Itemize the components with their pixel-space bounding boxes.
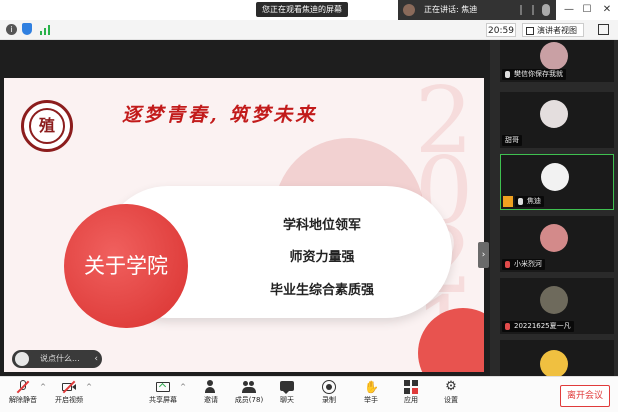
- chevron-up-icon[interactable]: ^: [180, 383, 186, 391]
- participant-avatar: [540, 100, 568, 128]
- leave-meeting-button[interactable]: 离开会议: [560, 385, 610, 407]
- microphone-muted-icon: [505, 323, 510, 330]
- members-label: 成员(78): [234, 396, 264, 404]
- participant-name: 樊信你保存我就: [514, 70, 563, 78]
- participant-tile[interactable]: 20221625夏一凡: [500, 278, 614, 334]
- record-label: 录制: [322, 396, 336, 404]
- active-speaker-indicator: 正在讲话: 焦迪: [398, 0, 556, 20]
- comment-input[interactable]: 说点什么... ‹: [12, 350, 102, 368]
- start-video-label: 开启视频: [55, 396, 83, 404]
- network-signal-icon[interactable]: [40, 25, 52, 35]
- microphone-icon: [542, 4, 550, 16]
- user-avatar: [15, 352, 29, 366]
- college-logo: 殖: [21, 100, 73, 152]
- participant-tile[interactable]: [500, 340, 614, 378]
- shared-screen: 2021 殖 逐梦青春, 筑梦未来 关于学院 学科地位领军 师资力量强 毕业生综…: [0, 40, 490, 376]
- unmute-button[interactable]: ^ 解除静音: [6, 380, 46, 412]
- gear-icon: ⚙: [445, 379, 457, 394]
- settings-label: 设置: [444, 396, 458, 404]
- participant-name-tag: 樊信你保存我就: [502, 69, 566, 80]
- record-icon: [322, 380, 336, 394]
- meeting-timer: 20:59: [486, 23, 516, 37]
- participant-avatar: [541, 163, 569, 191]
- add-person-icon: [204, 380, 218, 394]
- participant-gallery: 樊信你保存我就 甜哥 焦迪 小米烈河 20221625夏一凡: [490, 40, 618, 378]
- settings-button[interactable]: ⚙ 设置: [434, 380, 468, 412]
- start-video-button[interactable]: ^ 开启视频: [52, 380, 92, 412]
- participant-name-tag: 小米烈河: [502, 259, 545, 270]
- collapse-arrow-icon[interactable]: ‹: [94, 350, 98, 368]
- participant-name: 焦迪: [527, 197, 541, 205]
- members-icon: [242, 380, 256, 394]
- participant-tile-active-speaker[interactable]: 焦迪: [500, 154, 614, 210]
- microphone-icon: [518, 198, 523, 205]
- meeting-info-bar: i 20:59 演讲者视图: [0, 20, 618, 40]
- apps-grid-icon: [404, 380, 418, 394]
- fullscreen-icon[interactable]: [598, 24, 609, 35]
- slide-item-2: 师资力量强: [289, 250, 355, 265]
- meeting-window: 您正在观看焦迪的屏幕 正在讲话: 焦迪 — ☐ ✕ i 20:59 演讲者视图 …: [0, 0, 618, 412]
- slide-item-1: 学科地位领军: [282, 218, 361, 233]
- participant-tile[interactable]: 甜哥: [500, 92, 614, 148]
- shield-icon[interactable]: [22, 23, 32, 35]
- camera-off-icon: [62, 380, 76, 394]
- members-button[interactable]: 成员(78): [232, 380, 266, 412]
- participant-name: 甜哥: [505, 136, 519, 144]
- hand-icon: ✋: [364, 380, 379, 394]
- invite-label: 邀请: [204, 396, 218, 404]
- chat-button[interactable]: 聊天: [270, 380, 304, 412]
- raise-hand-button[interactable]: ✋ 举手: [354, 380, 388, 412]
- presentation-slide: 2021 殖 逐梦青春, 筑梦未来 关于学院 学科地位领军 师资力量强 毕业生综…: [4, 78, 484, 372]
- participant-name: 20221625夏一凡: [514, 322, 571, 330]
- close-icon[interactable]: ✕: [600, 3, 614, 17]
- participant-avatar: [540, 42, 568, 70]
- maximize-icon[interactable]: ☐: [580, 3, 594, 17]
- record-button[interactable]: 录制: [312, 380, 346, 412]
- slide-title: 逐梦青春, 筑梦未来: [122, 104, 318, 126]
- audio-wave-icon: [520, 5, 534, 15]
- view-switch-label: 演讲者视图: [537, 26, 577, 35]
- speaker-avatar: [403, 4, 415, 16]
- share-screen-button[interactable]: ^ 共享屏幕: [146, 380, 186, 412]
- viewing-screen-banner[interactable]: 您正在观看焦迪的屏幕: [256, 2, 348, 17]
- apps-label: 应用: [404, 396, 418, 404]
- participant-tile[interactable]: 樊信你保存我就: [500, 40, 614, 82]
- unmute-label: 解除静音: [9, 396, 37, 404]
- meeting-toolbar: ^ 解除静音 ^ 开启视频 ^ 共享屏幕 邀请 成员(78) 聊天 录制 ✋ 举…: [0, 376, 618, 412]
- share-screen-label: 共享屏幕: [149, 396, 177, 404]
- minimize-icon[interactable]: —: [562, 3, 576, 17]
- slide-item-3: 毕业生综合素质强: [269, 283, 374, 298]
- participant-tile[interactable]: 小米烈河: [500, 216, 614, 272]
- microphone-icon: [505, 71, 510, 78]
- screen-share-icon: [503, 196, 513, 207]
- participant-name-tag: 20221625夏一凡: [502, 321, 574, 332]
- participant-avatar: [540, 286, 568, 314]
- participant-avatar: [540, 224, 568, 252]
- microphone-muted-icon: [505, 261, 510, 268]
- speaker-label: 正在讲话: 焦迪: [424, 5, 478, 14]
- participant-name-tag: 甜哥: [502, 135, 522, 146]
- about-label: 关于学院: [84, 254, 168, 278]
- invite-button[interactable]: 邀请: [194, 380, 228, 412]
- share-screen-icon: [156, 380, 170, 394]
- chevron-up-icon[interactable]: ^: [86, 383, 92, 391]
- chat-icon: [280, 380, 294, 394]
- participant-name-tag: 焦迪: [515, 196, 544, 207]
- raise-hand-label: 举手: [364, 396, 378, 404]
- title-bar: 您正在观看焦迪的屏幕 正在讲话: 焦迪 — ☐ ✕: [0, 0, 618, 20]
- gallery-collapse-handle[interactable]: ›: [478, 242, 489, 268]
- chat-label: 聊天: [280, 396, 294, 404]
- info-icon[interactable]: i: [6, 24, 17, 35]
- apps-button[interactable]: 应用: [394, 380, 428, 412]
- chevron-up-icon[interactable]: ^: [40, 383, 46, 391]
- microphone-muted-icon: [16, 380, 30, 394]
- college-logo-mark: 殖: [29, 108, 65, 144]
- participant-avatar: [540, 350, 568, 378]
- view-switch-button[interactable]: 演讲者视图: [522, 23, 584, 37]
- grid-icon: [526, 27, 534, 35]
- comment-placeholder: 说点什么...: [40, 354, 80, 363]
- participant-name: 小米烈河: [514, 260, 542, 268]
